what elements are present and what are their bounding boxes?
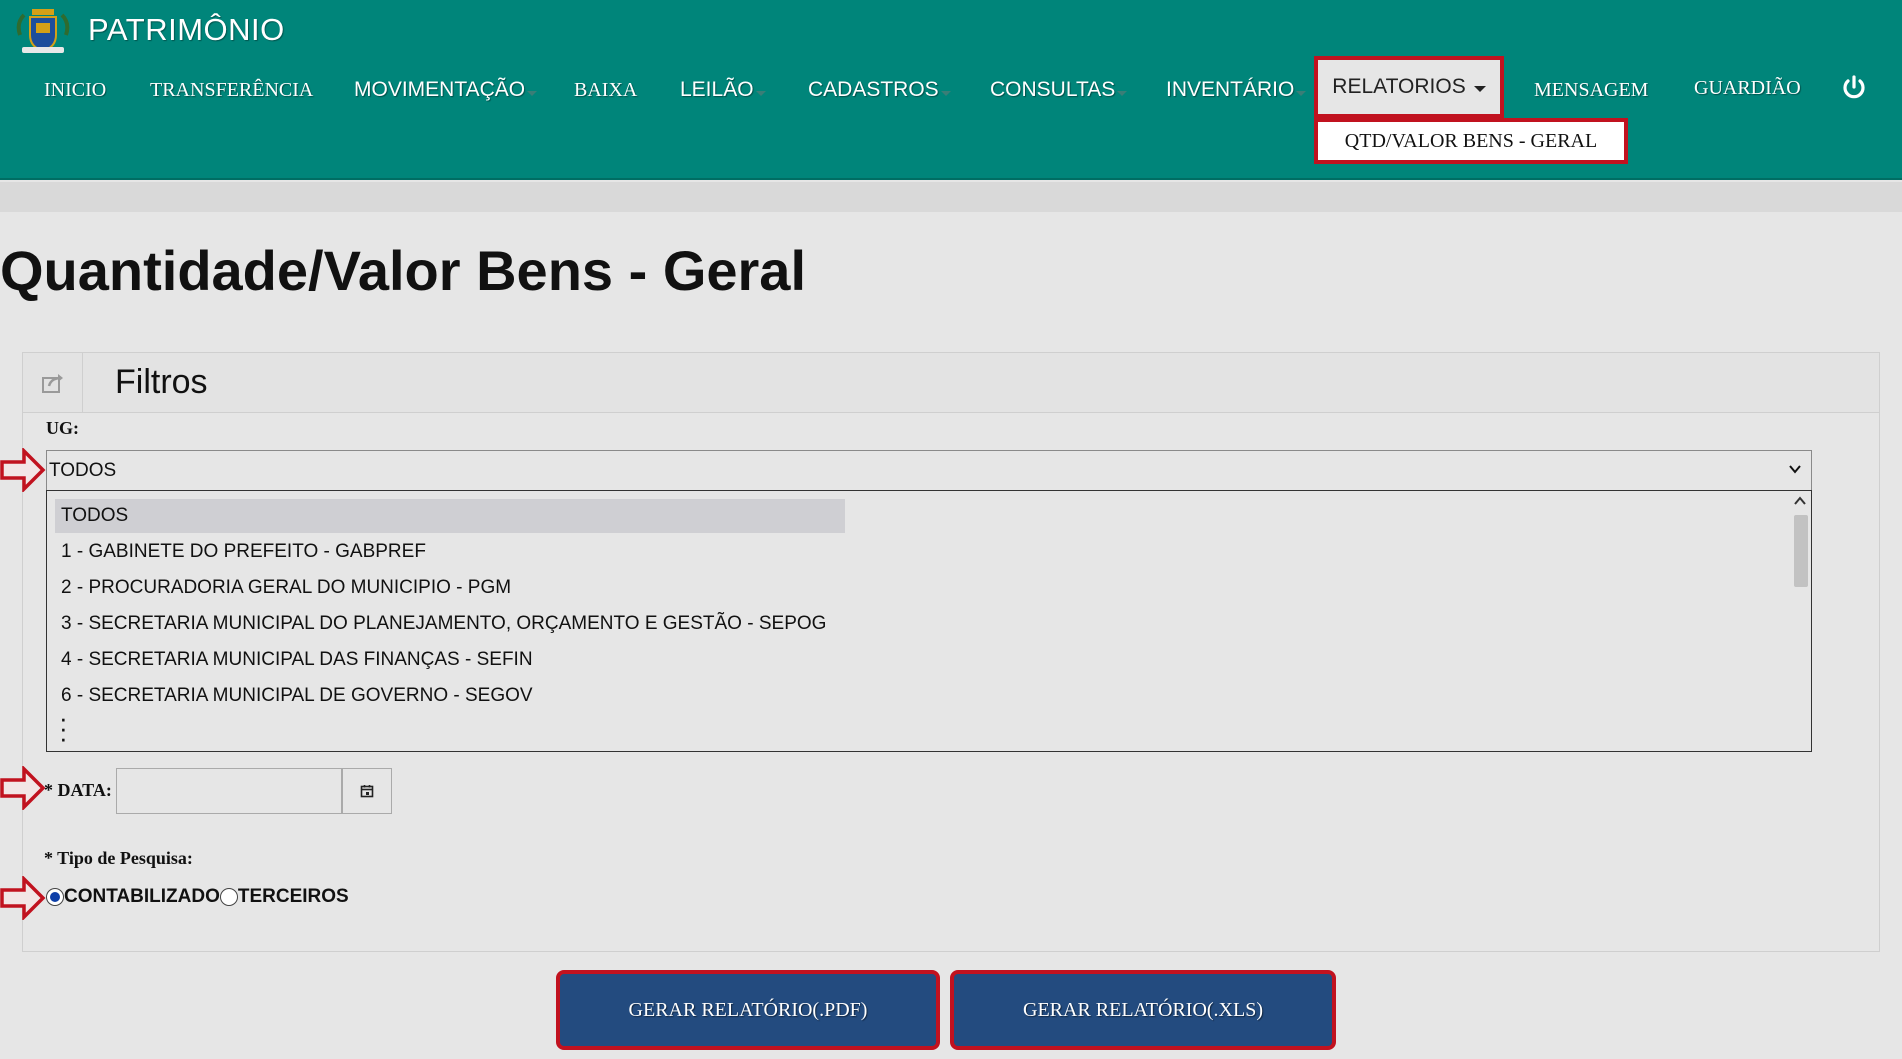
caret-down-icon xyxy=(940,90,951,96)
ug-option[interactable]: 3 - SECRETARIA MUNICIPAL DO PLANEJAMENTO… xyxy=(55,607,845,641)
nav-baixa[interactable]: BAIXA xyxy=(574,60,637,120)
ug-select-value: TODOS xyxy=(49,460,117,481)
filters-panel-header: Filtros xyxy=(23,353,1879,413)
app-title: PATRIMÔNIO xyxy=(88,12,285,47)
nav-transferencia[interactable]: TRANSFERÊNCIA xyxy=(150,60,313,120)
nav-consultas-label: CONSULTAS xyxy=(990,78,1116,101)
nav-guardiao[interactable]: GUARDIÃO xyxy=(1694,58,1801,118)
caret-down-icon xyxy=(755,90,766,96)
tipo-label: * Tipo de Pesquisa: xyxy=(44,848,193,868)
ug-options-viewport: TODOS 1 - GABINETE DO PREFEITO - GABPREF… xyxy=(51,495,1791,711)
power-icon[interactable] xyxy=(1840,74,1868,102)
ug-option[interactable]: 2 - PROCURADORIA GERAL DO MUNICIPIO - PG… xyxy=(55,571,845,605)
caret-down-icon xyxy=(1473,86,1486,92)
gerar-xls-button[interactable]: GERAR RELATÓRIO(.XLS) xyxy=(950,970,1336,1050)
radio-terceiros-label[interactable]: TERCEIROS xyxy=(238,886,349,908)
ug-list-scrollbar[interactable] xyxy=(1791,493,1809,709)
data-label: * DATA: xyxy=(44,780,112,800)
radio-terceiros[interactable] xyxy=(219,888,238,906)
gerar-pdf-button[interactable]: GERAR RELATÓRIO(.PDF) xyxy=(556,970,940,1050)
scroll-up-icon[interactable] xyxy=(1794,495,1806,507)
nav-cadastros[interactable]: CADASTROS xyxy=(808,60,951,120)
nav-consultas[interactable]: CONSULTAS xyxy=(990,60,1128,120)
nav-movimentacao-label: MOVIMENTAÇÃO xyxy=(354,78,526,101)
radio-contabilizado[interactable] xyxy=(46,888,64,906)
red-arrow-icon xyxy=(0,876,46,920)
nav-relatorios-label: RELATORIOS xyxy=(1332,75,1466,98)
nav-relatorios[interactable]: RELATORIOS xyxy=(1314,56,1504,118)
tipo-radio-group: CONTABILIZADO TERCEIROS xyxy=(46,886,349,908)
nav-leilao[interactable]: LEILÃO xyxy=(680,60,766,120)
panel-toggle[interactable] xyxy=(23,353,83,413)
red-arrow-icon xyxy=(0,766,46,810)
scroll-thumb[interactable] xyxy=(1794,515,1808,587)
brasao-logo xyxy=(16,9,70,53)
page-title: Quantidade/Valor Bens - Geral xyxy=(0,239,807,302)
ug-option[interactable]: TODOS xyxy=(55,499,845,533)
ug-label: UG: xyxy=(46,418,79,438)
ug-options-list[interactable]: TODOS 1 - GABINETE DO PREFEITO - GABPREF… xyxy=(46,490,1812,752)
caret-down-icon xyxy=(1296,90,1307,96)
brand[interactable]: PATRIMÔNIO xyxy=(14,4,285,56)
ug-option[interactable]: 6 - SECRETARIA MUNICIPAL DE GOVERNO - SE… xyxy=(55,679,845,711)
nav-inventario[interactable]: INVENTÁRIO xyxy=(1166,60,1307,120)
data-input[interactable] xyxy=(116,768,342,814)
calendar-button[interactable] xyxy=(342,768,392,814)
nav-leilao-label: LEILÃO xyxy=(680,78,754,101)
nav-movimentacao[interactable]: MOVIMENTAÇÃO xyxy=(354,60,538,120)
more-dots: · · · xyxy=(59,703,68,753)
calendar-icon xyxy=(360,785,374,798)
chevron-down-icon xyxy=(1789,465,1801,474)
nav-inicio[interactable]: INICIO xyxy=(44,60,106,120)
radio-selected-dot xyxy=(50,892,60,902)
nav-inventario-label: INVENTÁRIO xyxy=(1166,78,1295,101)
relatorios-menu-item-qtd-valor[interactable]: QTD/VALOR BENS - GERAL xyxy=(1314,118,1628,164)
radio-contabilizado-label[interactable]: CONTABILIZADO xyxy=(64,886,220,908)
sub-bar xyxy=(0,182,1902,212)
caret-down-icon xyxy=(527,90,538,96)
red-arrow-icon xyxy=(0,448,46,492)
share-icon xyxy=(41,374,63,393)
nav-cadastros-label: CADASTROS xyxy=(808,78,939,101)
ug-option[interactable]: 1 - GABINETE DO PREFEITO - GABPREF xyxy=(55,535,845,569)
ug-option[interactable]: 4 - SECRETARIA MUNICIPAL DAS FINANÇAS - … xyxy=(55,643,845,677)
caret-down-icon xyxy=(1117,90,1128,96)
filters-panel-title: Filtros xyxy=(115,363,208,401)
nav-mensagem[interactable]: MENSAGEM xyxy=(1534,60,1648,120)
ug-select[interactable]: TODOS xyxy=(46,450,1812,492)
